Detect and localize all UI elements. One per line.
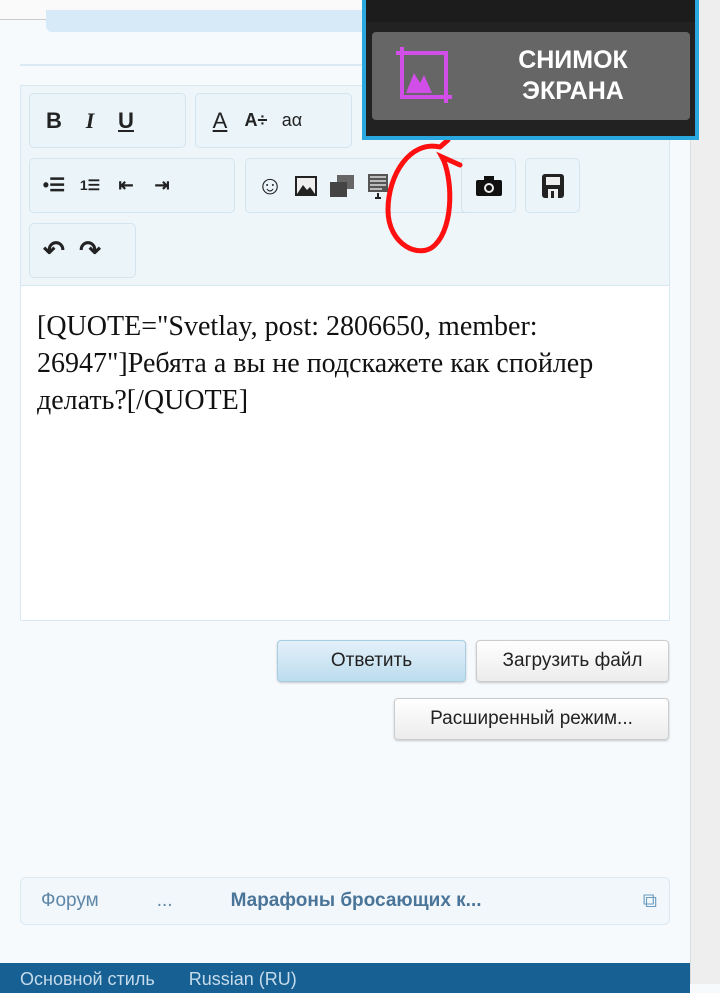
red-annotation-circle (385, 137, 463, 254)
reply-button[interactable]: Ответить (277, 640, 466, 682)
bold-button[interactable]: B (36, 103, 72, 139)
font-family-button[interactable]: aα (274, 103, 310, 139)
upload-file-button[interactable]: Загрузить файл (476, 640, 669, 682)
underline-button[interactable]: U (108, 103, 144, 139)
text-style-group: B I U (29, 93, 186, 148)
font-group: A A÷ aα (195, 93, 352, 148)
save-group (525, 158, 580, 213)
undo-icon[interactable]: ↶ (36, 233, 72, 269)
page-gutter (690, 0, 720, 984)
media-icon[interactable] (324, 168, 360, 204)
save-draft-icon[interactable] (535, 168, 571, 204)
style-chooser[interactable]: Основной стиль (20, 969, 155, 989)
language-chooser[interactable]: Russian (RU) (189, 969, 297, 989)
breadcrumb: Форум ... Марафоны бросающих к... ⧉ (20, 877, 670, 925)
image-icon[interactable] (288, 168, 324, 204)
external-link-icon[interactable]: ⧉ (643, 890, 657, 913)
screenshot-popup: СНИМОК ЭКРАНА (362, 0, 699, 140)
font-size-button[interactable]: A÷ (238, 103, 274, 139)
breadcrumb-current[interactable]: Марафоны бросающих к... (211, 890, 502, 912)
screenshot-label-2: ЭКРАНА (522, 77, 624, 105)
indent-icon[interactable]: ⇥ (144, 168, 180, 204)
history-group: ↶ ↷ (29, 223, 136, 278)
footer: Основной стиль Russian (RU) (0, 963, 690, 993)
breadcrumb-forum[interactable]: Форум (21, 890, 119, 912)
screenshot-label-1: СНИМОК (518, 46, 628, 74)
numbered-list-icon[interactable]: 1☰ (72, 168, 108, 204)
redo-icon[interactable]: ↷ (72, 233, 108, 269)
italic-button[interactable]: I (72, 103, 108, 139)
bullet-list-icon[interactable]: •☰ (36, 168, 72, 204)
message-editor[interactable]: [QUOTE="Svetlay, post: 2806650, member: … (20, 285, 670, 621)
font-color-button[interactable]: A (202, 103, 238, 139)
screenshot-button[interactable]: СНИМОК ЭКРАНА (372, 32, 690, 120)
list-group: •☰ 1☰ ⇤ ⇥ (29, 158, 235, 213)
advanced-mode-button[interactable]: Расширенный режим... (394, 698, 669, 740)
notice-box (46, 10, 376, 32)
smiley-icon[interactable]: ☺ (252, 168, 288, 204)
crop-image-icon (396, 47, 452, 103)
breadcrumb-ellipsis[interactable]: ... (119, 890, 211, 912)
outdent-icon[interactable]: ⇤ (108, 168, 144, 204)
